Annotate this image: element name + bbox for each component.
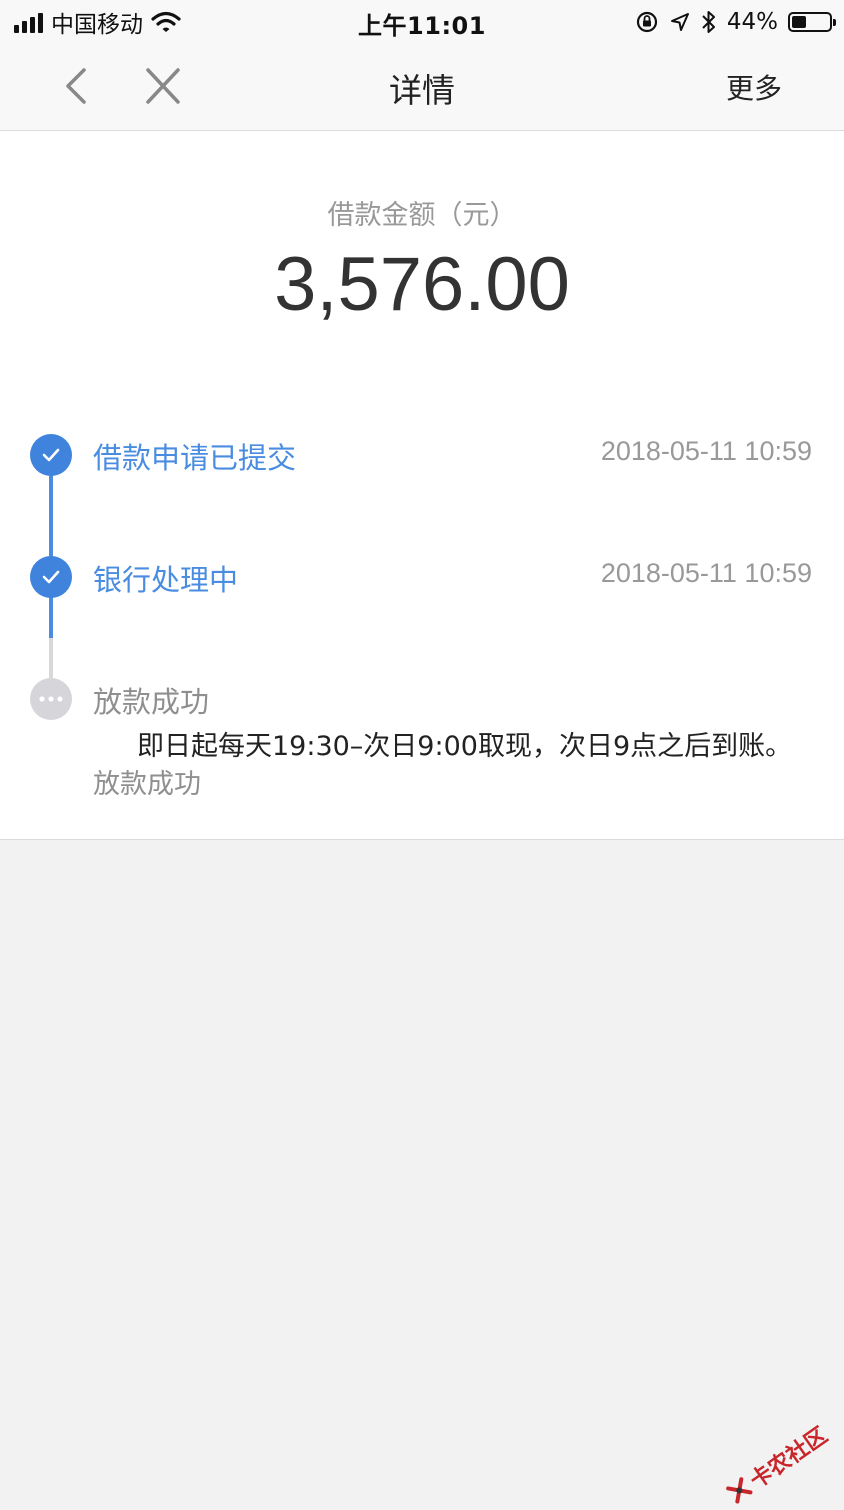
navigation-bar: 详情 更多 xyxy=(0,44,844,130)
step-time: 2018-05-11 10:59 xyxy=(600,558,812,588)
step-time: 2018-05-11 10:59 xyxy=(600,436,812,466)
loan-detail-card: 借款金额（元） 3,576.00 借款申请已提交 2018-05-11 10:5… xyxy=(0,131,844,840)
watermark-text: 卡农社区 xyxy=(745,1422,833,1495)
status-bar: 中国移动 上午11:01 44% xyxy=(0,0,844,44)
loan-amount: 3,576.00 xyxy=(274,242,570,327)
battery-icon xyxy=(788,12,836,32)
battery-percent: 44% xyxy=(726,9,778,35)
timeline-connector xyxy=(49,638,53,680)
timeline-connector xyxy=(49,475,53,560)
more-button[interactable]: 更多 xyxy=(726,67,782,107)
amount-label: 借款金额（元） xyxy=(327,200,517,231)
step-title: 银行处理中 xyxy=(93,563,239,597)
step-complete-icon xyxy=(30,556,72,598)
step-note: 即日起每天19:30–次日9:00取现，次日9点之后到账。 xyxy=(137,731,793,762)
bluetooth-icon xyxy=(702,11,715,33)
location-arrow-icon xyxy=(670,13,689,31)
step-complete-icon xyxy=(30,434,72,476)
step-pending-icon xyxy=(30,678,72,720)
timeline-connector xyxy=(49,597,53,638)
page-title: 详情 xyxy=(389,71,455,110)
step-subtitle: 放款成功 xyxy=(93,769,201,800)
top-bar: 中国移动 上午11:01 44% 详情 更多 xyxy=(0,0,844,131)
step-title: 放款成功 xyxy=(93,685,210,719)
step-title: 借款申请已提交 xyxy=(93,441,297,475)
watermark: 卡农社区 xyxy=(721,1418,833,1510)
orientation-lock-icon xyxy=(636,11,657,33)
